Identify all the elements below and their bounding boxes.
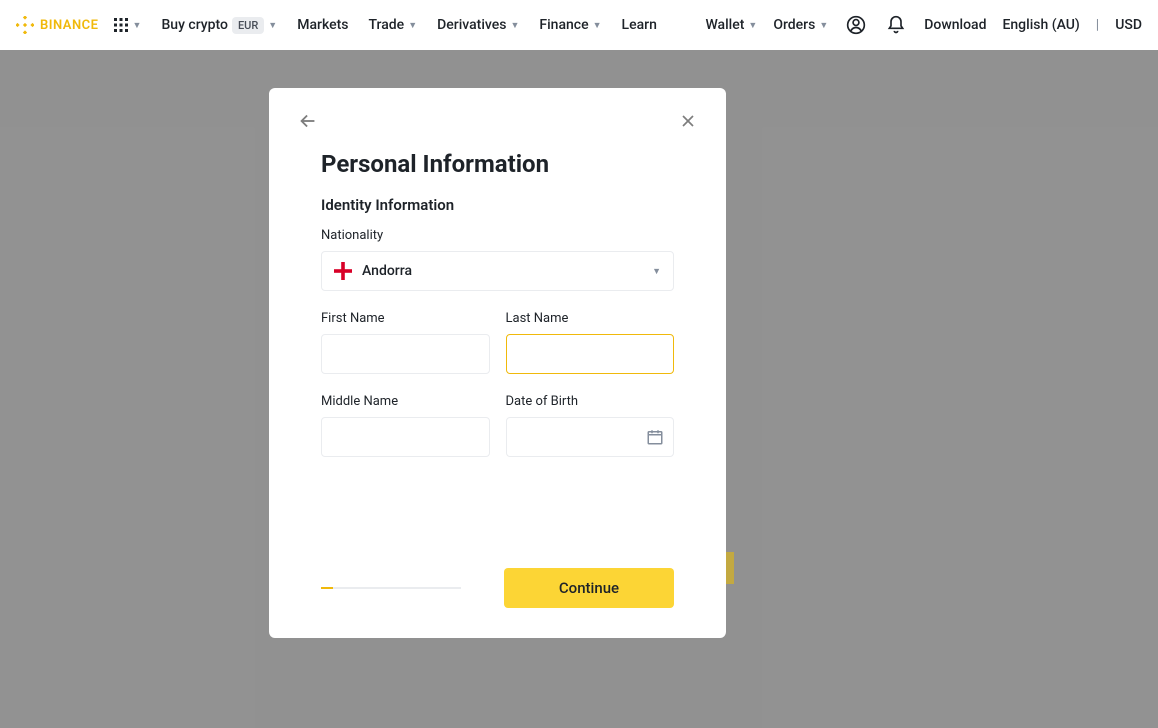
close-icon xyxy=(678,111,698,131)
chevron-down-icon: ▼ xyxy=(268,20,277,31)
nav-left: ▼ Buy crypto EUR ▼ Markets Trade ▼ Deriv… xyxy=(113,17,657,34)
dob-label: Date of Birth xyxy=(506,394,675,409)
currency-badge: EUR xyxy=(232,17,264,34)
user-circle-icon xyxy=(846,15,866,35)
close-button[interactable] xyxy=(678,111,698,135)
first-name-label: First Name xyxy=(321,311,490,326)
chevron-down-icon: ▼ xyxy=(819,20,828,31)
nationality-select[interactable]: Andorra ▼ xyxy=(321,251,674,291)
nav-wallet[interactable]: Wallet ▼ xyxy=(705,17,757,33)
nav-finance[interactable]: Finance ▼ xyxy=(539,17,601,33)
last-name-input[interactable] xyxy=(506,334,675,374)
chevron-down-icon: ▼ xyxy=(133,20,142,31)
brand-text: BINANCE xyxy=(40,18,99,33)
middle-name-input[interactable] xyxy=(321,417,490,457)
nav-currency[interactable]: USD xyxy=(1115,17,1142,33)
nav-learn[interactable]: Learn xyxy=(622,17,657,33)
progress-fill xyxy=(321,587,333,589)
chevron-down-icon: ▼ xyxy=(593,20,602,31)
nav-derivatives[interactable]: Derivatives ▼ xyxy=(437,17,519,33)
nationality-value: Andorra xyxy=(362,263,412,279)
modal-title: Personal Information xyxy=(321,150,674,178)
personal-info-modal: Personal Information Identity Informatio… xyxy=(269,88,726,638)
nav-download[interactable]: Download xyxy=(924,17,986,33)
nav-markets[interactable]: Markets xyxy=(297,17,348,33)
chevron-down-icon: ▼ xyxy=(748,20,757,31)
nav-buy-crypto[interactable]: Buy crypto EUR ▼ xyxy=(161,17,277,34)
top-nav: BINANCE ▼ Buy crypto EUR ▼ Markets Trade… xyxy=(0,0,1158,50)
form-area: Nationality Andorra ▼ First Name Last Na… xyxy=(321,228,674,568)
back-button[interactable] xyxy=(297,110,319,136)
logo[interactable]: BINANCE xyxy=(16,16,99,34)
continue-button[interactable]: Continue xyxy=(504,568,674,608)
arrow-left-icon xyxy=(297,110,319,132)
first-name-input[interactable] xyxy=(321,334,490,374)
bell-icon xyxy=(886,15,906,35)
notifications-icon[interactable] xyxy=(884,13,908,37)
nav-language[interactable]: English (AU) xyxy=(1002,17,1079,33)
nav-orders[interactable]: Orders ▼ xyxy=(773,17,828,33)
nav-trade[interactable]: Trade ▼ xyxy=(369,17,418,33)
middle-name-label: Middle Name xyxy=(321,394,490,409)
nationality-label: Nationality xyxy=(321,228,674,243)
last-name-label: Last Name xyxy=(506,311,675,326)
nav-right: Wallet ▼ Orders ▼ Download English (AU) … xyxy=(705,13,1142,37)
buy-crypto-label: Buy crypto xyxy=(161,17,228,33)
flag-icon xyxy=(334,262,352,280)
divider: | xyxy=(1096,17,1099,33)
apps-menu[interactable]: ▼ xyxy=(113,17,142,33)
account-icon[interactable] xyxy=(844,13,868,37)
chevron-down-icon: ▼ xyxy=(510,20,519,31)
dob-input[interactable] xyxy=(506,417,675,457)
binance-logo-icon xyxy=(16,16,34,34)
chevron-down-icon: ▼ xyxy=(652,266,661,277)
progress-bar xyxy=(321,587,461,589)
chevron-down-icon: ▼ xyxy=(408,20,417,31)
apps-grid-icon xyxy=(113,17,129,33)
section-label: Identity Information xyxy=(321,196,674,214)
